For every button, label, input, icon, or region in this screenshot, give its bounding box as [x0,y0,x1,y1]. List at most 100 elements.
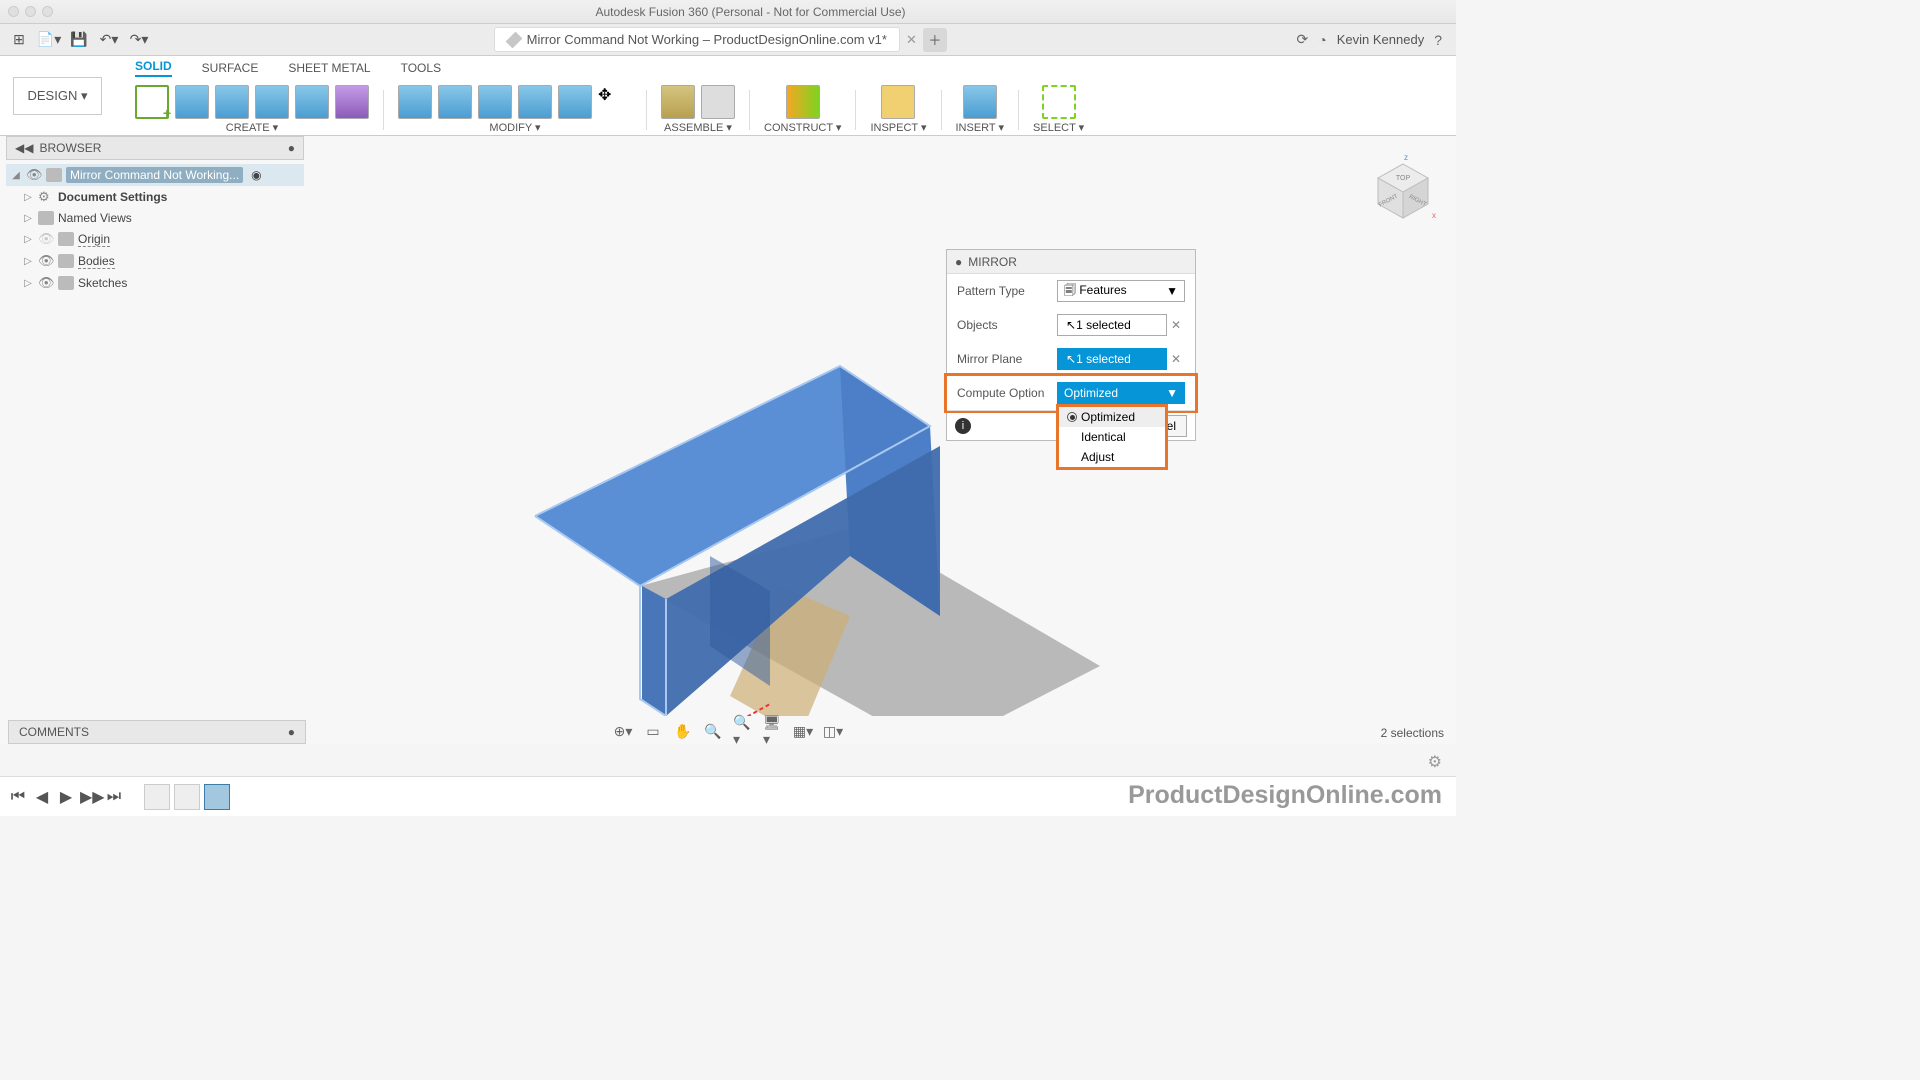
tree-item-origin[interactable]: ▷ 👁 Origin [6,228,304,250]
gear-icon[interactable]: ⚙ [38,189,54,205]
timeline-play-icon[interactable]: ▶ [56,787,76,807]
visibility-icon[interactable]: 👁 [38,253,54,269]
expand-arrow-icon[interactable]: ▷ [22,213,34,224]
new-sketch-icon[interactable] [135,85,169,119]
look-at-icon[interactable]: ▭ [643,722,663,740]
browser-options-icon[interactable]: ● [288,141,295,155]
extensions-icon[interactable]: ⟳ [1297,31,1309,48]
assemble-label[interactable]: ASSEMBLE ▾ [664,121,732,134]
visibility-icon[interactable]: 👁 [26,167,42,183]
comments-options-icon[interactable]: ● [288,725,295,739]
user-name-label[interactable]: Kevin Kennedy [1337,32,1424,47]
option-identical[interactable]: Identical [1059,427,1165,447]
construction-plane-icon[interactable] [786,85,820,119]
tab-solid[interactable]: SOLID [135,59,172,77]
close-tab-icon[interactable]: ✕ [906,32,917,48]
timeline-forward-icon[interactable]: ▶▶ [80,787,100,807]
tree-item-document-settings[interactable]: ▷ ⚙ Document Settings [6,186,304,208]
tree-item-bodies[interactable]: ▷ 👁 Bodies [6,250,304,272]
tree-item-named-views[interactable]: ▷ Named Views [6,208,304,228]
traffic-lights[interactable] [8,6,53,17]
revolve-icon[interactable] [255,85,289,119]
zoom-icon[interactable]: 🔍 [703,722,723,740]
new-tab-button[interactable]: ＋ [923,28,947,52]
mirror-plane-selection[interactable]: ↖ 1 selected [1057,348,1167,370]
timeline-feature-sketch[interactable] [144,784,170,810]
activate-radio-icon[interactable]: ◉ [251,168,261,182]
app-grid-icon[interactable]: ⊞ [6,28,32,52]
undo-icon[interactable]: ↶▾ [96,28,122,52]
tab-tools[interactable]: TOOLS [401,61,441,75]
tab-sheet-metal[interactable]: SHEET METAL [288,61,370,75]
tree-item-sketches[interactable]: ▷ 👁 Sketches [6,272,304,294]
expand-arrow-icon[interactable]: ▷ [22,234,34,245]
document-tab[interactable]: Mirror Command Not Working – ProductDesi… [494,27,900,52]
pattern-type-dropdown[interactable]: 🗐 Features ▼ [1057,280,1185,302]
measure-icon[interactable] [881,85,915,119]
move-icon[interactable]: ✥ [598,85,632,119]
settings-gear-icon[interactable]: ⚙ [1428,752,1442,772]
zoom-menu-icon[interactable]: 🔍▾ [733,722,753,740]
hole-icon[interactable] [295,85,329,119]
expand-arrow-icon[interactable]: ◢ [10,170,22,181]
select-label[interactable]: SELECT ▾ [1033,121,1084,134]
expand-arrow-icon[interactable]: ▷ [22,192,34,203]
mirror-dialog-header[interactable]: ● MIRROR [947,250,1195,274]
fullscreen-window-icon[interactable] [42,6,53,17]
help-icon[interactable]: ? [1434,32,1442,48]
tree-root[interactable]: ◢ 👁 Mirror Command Not Working... ◉ [6,164,304,186]
expand-arrow-icon[interactable]: ▷ [22,278,34,289]
minimize-window-icon[interactable] [25,6,36,17]
viewport[interactable]: ◀◀ BROWSER ● ◢ 👁 Mirror Command Not Work… [0,136,1456,744]
save-icon[interactable]: 💾 [66,28,92,52]
timeline-start-icon[interactable]: ⏮ [8,788,28,806]
viewcube[interactable]: TOP FRONT RIGHT z x [1370,158,1436,224]
objects-selection[interactable]: ↖ 1 selected [1057,314,1167,336]
draft-icon[interactable] [558,85,592,119]
close-window-icon[interactable] [8,6,19,17]
shell-icon[interactable] [478,85,512,119]
redo-icon[interactable]: ↷▾ [126,28,152,52]
collapse-dialog-icon[interactable]: ● [955,255,962,269]
orbit-icon[interactable]: ⊕▾ [613,722,633,740]
browser-header[interactable]: ◀◀ BROWSER ● [6,136,304,160]
workspace-switcher[interactable]: DESIGN ▾ [0,56,115,135]
info-icon[interactable]: i [955,418,971,434]
display-settings-icon[interactable]: 🖥▾ [763,722,783,740]
visibility-icon[interactable]: 👁 [38,275,54,291]
combine-icon[interactable] [518,85,552,119]
file-menu-icon[interactable]: 📄▾ [36,28,62,52]
clear-objects-icon[interactable]: ✕ [1167,318,1185,332]
fillet-icon[interactable] [438,85,472,119]
tab-surface[interactable]: SURFACE [202,61,259,75]
viewport-layout-icon[interactable]: ◫▾ [823,722,843,740]
extrude-icon[interactable] [215,85,249,119]
collapse-browser-icon[interactable]: ◀◀ [15,141,33,155]
job-status-icon[interactable]: ◔ [1318,32,1326,48]
box-icon[interactable] [175,85,209,119]
create-label[interactable]: CREATE ▾ [226,121,278,134]
insert-label[interactable]: INSERT ▾ [956,121,1005,134]
clear-plane-icon[interactable]: ✕ [1167,352,1185,366]
new-component-icon[interactable] [661,85,695,119]
inspect-label[interactable]: INSPECT ▾ [870,121,926,134]
form-icon[interactable] [335,85,369,119]
select-window-icon[interactable] [1042,85,1076,119]
insert-derive-icon[interactable] [963,85,997,119]
timeline-feature-mirror[interactable] [204,784,230,810]
expand-arrow-icon[interactable]: ▷ [22,256,34,267]
compute-option-dropdown[interactable]: Optimized ▼ [1057,382,1185,404]
press-pull-icon[interactable] [398,85,432,119]
option-adjust[interactable]: Adjust [1059,447,1165,467]
timeline-feature-extrude[interactable] [174,784,200,810]
option-optimized[interactable]: Optimized [1059,407,1165,427]
construct-label[interactable]: CONSTRUCT ▾ [764,121,841,134]
modify-label[interactable]: MODIFY ▾ [489,121,540,134]
pan-icon[interactable]: ✋ [673,722,693,740]
visibility-off-icon[interactable]: 👁 [38,231,54,247]
grid-settings-icon[interactable]: ▦▾ [793,722,813,740]
model-front-slab[interactable] [642,586,666,716]
joint-icon[interactable] [701,85,735,119]
comments-panel-header[interactable]: COMMENTS ● [8,720,306,744]
timeline-end-icon[interactable]: ⏭ [104,788,124,806]
